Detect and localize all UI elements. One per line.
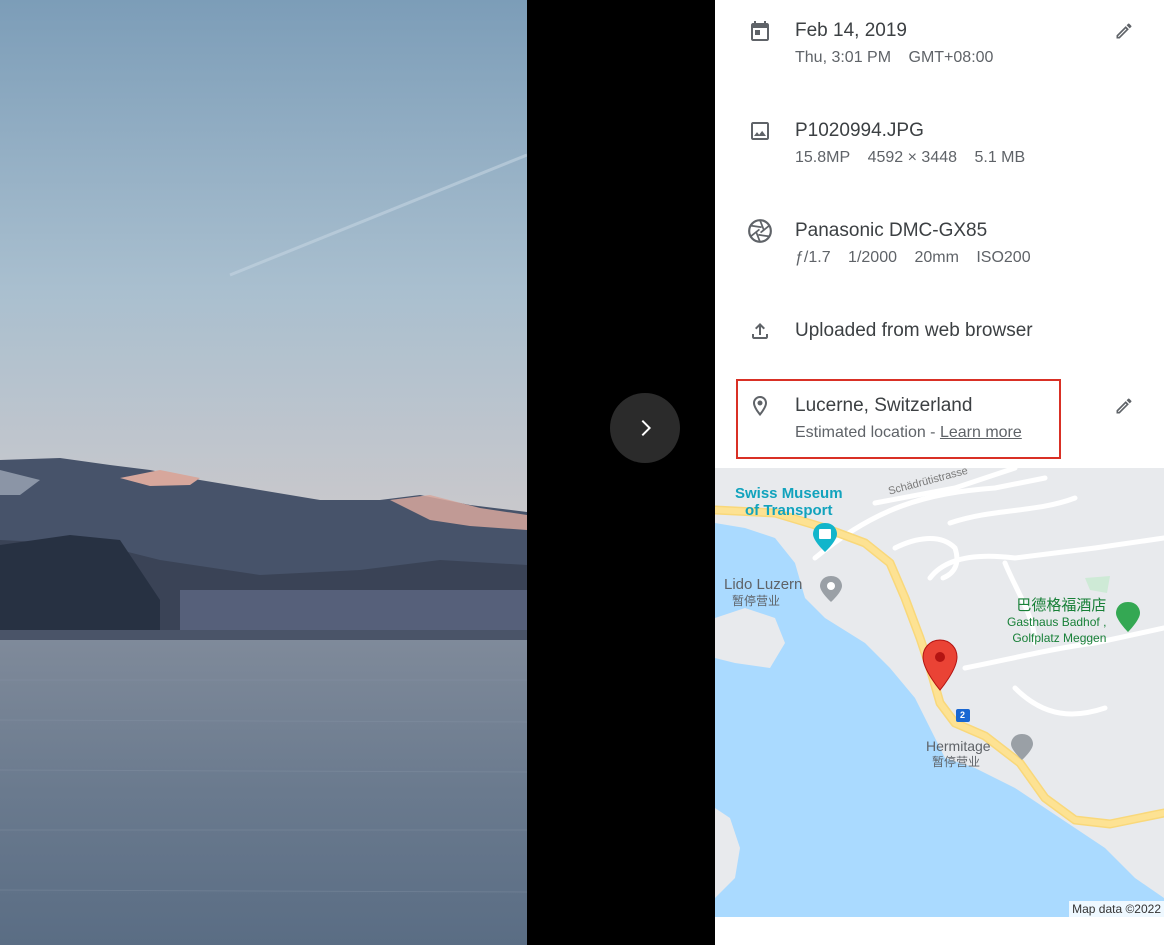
location-subtitle: Estimated location - Learn more (795, 424, 1035, 442)
camera-iso: ISO200 (976, 249, 1031, 266)
camera-row: Panasonic DMC-GX85 ƒ/1.7 1/2000 20mm ISO… (715, 200, 1164, 300)
map-label-hermitage-status: 暂停营业 (932, 755, 981, 769)
map-road-shield: 2 (960, 710, 966, 720)
camera-settings: ƒ/1.7 1/2000 20mm ISO200 (795, 249, 1044, 267)
info-panel: Feb 14, 2019 Thu, 3:01 PM GMT+08:00 P102… (715, 0, 1164, 945)
map-label-hotel: 巴德格福酒店 Gasthaus Badhof , Golfplatz Megge… (1007, 598, 1106, 646)
upload-icon (746, 317, 774, 345)
map-label-hermitage: Hermitage 暂停营业 (926, 738, 991, 770)
map-credit: Map data ©2022 (1069, 901, 1164, 917)
location-name: Lucerne, Switzerland (795, 395, 973, 416)
camera-aperture: ƒ/1.7 (795, 249, 831, 266)
learn-more-link[interactable]: Learn more (940, 424, 1022, 441)
file-name: P1020994.JPG (795, 120, 924, 141)
location-estimated-text: Estimated location - (795, 424, 940, 441)
location-pin-icon (746, 392, 774, 420)
file-row: P1020994.JPG 15.8MP 4592 × 3448 5.1 MB (715, 100, 1164, 200)
map-label-hotel-line2: Golfplatz Meggen (1012, 631, 1107, 645)
map-label-hotel-cn: 巴德格福酒店 (1016, 597, 1107, 614)
file-resolution: 4592 × 3448 (867, 149, 958, 166)
date-subtitle: Thu, 3:01 PM GMT+08:00 (795, 49, 1006, 67)
image-icon (746, 117, 774, 145)
map-label-museum: Swiss Museum of Transport (735, 485, 843, 519)
file-subtitle: 15.8MP 4592 × 3448 5.1 MB (795, 149, 1038, 167)
location-map[interactable]: Swiss Museum of Transport Schädrütistras… (715, 468, 1164, 917)
viewer-background (527, 0, 715, 945)
aperture-icon (746, 217, 774, 245)
map-label-museum-line2: of Transport (745, 502, 833, 519)
map-label-lido-status: 暂停营业 (732, 594, 781, 608)
pencil-icon (1116, 23, 1132, 39)
pencil-icon (1116, 398, 1132, 414)
date-day-time: Thu, 3:01 PM (795, 49, 892, 66)
map-label-hermitage-name: Hermitage (926, 738, 991, 754)
date-timezone: GMT+08:00 (908, 49, 994, 66)
map-label-hotel-line1: Gasthaus Badhof , (1007, 615, 1107, 629)
upload-row: Uploaded from web browser (715, 300, 1164, 370)
calendar-icon (746, 17, 774, 45)
edit-location-button[interactable] (1113, 395, 1135, 417)
map-label-lido: Lido Luzern 暂停营业 (724, 576, 802, 610)
location-row[interactable]: Lucerne, Switzerland Estimated location … (715, 375, 1164, 465)
camera-focal-length: 20mm (914, 249, 959, 266)
chevron-right-icon (641, 420, 651, 436)
file-size: 5.1 MB (974, 149, 1026, 166)
map-label-museum-line1: Swiss Museum (735, 485, 843, 502)
next-photo-button[interactable] (610, 393, 680, 463)
date-title: Feb 14, 2019 (795, 20, 907, 41)
file-megapixels: 15.8MP (795, 149, 851, 166)
upload-source: Uploaded from web browser (795, 320, 1033, 341)
map-label-lido-name: Lido Luzern (724, 576, 803, 593)
camera-model: Panasonic DMC-GX85 (795, 220, 988, 241)
date-row: Feb 14, 2019 Thu, 3:01 PM GMT+08:00 (715, 0, 1164, 100)
camera-shutter: 1/2000 (848, 249, 897, 266)
edit-date-button[interactable] (1113, 20, 1135, 42)
photo-image (0, 0, 527, 945)
